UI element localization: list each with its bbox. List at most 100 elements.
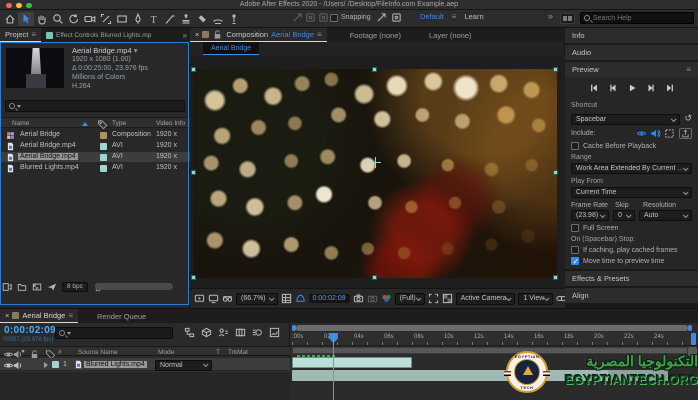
transparency-icon[interactable] <box>442 293 453 304</box>
stepback-icon[interactable] <box>608 83 618 93</box>
timeline-column-headers[interactable]: ● # Source Name Mode T TrkMat <box>0 346 290 356</box>
share-icon[interactable] <box>679 128 692 139</box>
move-time-checkbox[interactable] <box>571 257 579 265</box>
maskvis-icon[interactable] <box>295 293 306 304</box>
panel-preview[interactable]: Preview ≡ <box>565 62 698 77</box>
selection-handle[interactable] <box>191 275 196 280</box>
tab-timeline-comp[interactable]: × Aerial Bridge ≡ <box>0 309 78 323</box>
selection-handle[interactable] <box>191 67 196 72</box>
horizontal-scrollbar[interactable] <box>95 283 173 290</box>
panel-info[interactable]: Info <box>565 28 698 43</box>
snapshot-icon[interactable] <box>353 293 364 304</box>
solo-column-icon[interactable]: ● <box>21 348 25 355</box>
selection-handle[interactable] <box>553 67 558 72</box>
resolution-preview-dropdown[interactable]: Auto <box>639 210 692 221</box>
tostart-icon[interactable] <box>589 83 599 93</box>
time-navigator[interactable] <box>292 325 692 331</box>
navigator-end-handle[interactable] <box>688 325 692 331</box>
folder-icon[interactable] <box>17 282 27 292</box>
footage-name[interactable]: Aerial Bridge.mp4 <box>72 46 132 55</box>
transport-controls[interactable] <box>571 79 692 98</box>
column-trkmat[interactable]: TrkMat <box>228 349 248 356</box>
composition-mini-tab[interactable]: Aerial Bridge <box>203 42 259 55</box>
label-chip[interactable] <box>100 154 107 161</box>
workspace-tab-learn[interactable]: Learn <box>464 12 483 21</box>
channels-icon[interactable] <box>381 293 392 304</box>
expand-arrow-icon[interactable] <box>44 362 48 368</box>
panel-menu-icon[interactable]: ≡ <box>68 311 73 320</box>
column-mode[interactable]: Mode <box>158 349 174 356</box>
tab-project[interactable]: Project ≡ <box>0 28 41 42</box>
selection-handle[interactable] <box>553 275 558 280</box>
label-chip[interactable] <box>100 165 107 172</box>
panel-effects-presets[interactable]: Effects & Presets <box>565 271 698 286</box>
selection-handle[interactable] <box>372 67 377 72</box>
range-dropdown[interactable]: Work Area Extended By Current … <box>571 163 692 174</box>
panel-menu-icon[interactable]: ≡ <box>31 30 36 39</box>
flowchart-icon[interactable] <box>184 327 195 338</box>
toolbar-overflow-icon[interactable]: » <box>548 11 553 21</box>
layer-name[interactable]: Blurred Lights.mp4 <box>84 361 147 368</box>
label-chip[interactable] <box>100 143 107 150</box>
playhead-line[interactable] <box>333 333 334 400</box>
selection-handle[interactable] <box>553 170 558 175</box>
project-row-footage[interactable]: Blurred Lights.mp4 AVI 1920 x <box>0 163 190 173</box>
column-number[interactable]: # <box>58 349 62 356</box>
column-type[interactable]: Type <box>112 120 126 127</box>
motionblur-icon[interactable] <box>252 327 263 338</box>
search-options-icon[interactable] <box>67 332 71 335</box>
workspace-menu-icon[interactable]: ≡ <box>452 12 457 21</box>
resolution-dropdown[interactable]: (Full) <box>395 293 425 305</box>
ruler-end-chip[interactable] <box>691 333 696 345</box>
bit-depth-button[interactable]: 8 bpc <box>62 282 88 292</box>
reset-icon[interactable]: ↺ <box>684 113 692 124</box>
magnification-dropdown[interactable]: (66.7%) <box>236 293 278 305</box>
panel-menu-icon[interactable]: ≡ <box>686 65 691 74</box>
layer-bar-2[interactable] <box>292 370 668 381</box>
play-from-dropdown[interactable]: Current Time <box>571 187 692 198</box>
interpret-icon[interactable] <box>2 282 12 292</box>
gridsel-icon[interactable] <box>281 293 292 304</box>
play-icon[interactable] <box>627 83 637 93</box>
monitor-icon[interactable] <box>208 293 219 304</box>
cache-before-playback-checkbox[interactable] <box>571 142 579 150</box>
view-layout-dropdown[interactable]: 1 View <box>518 293 553 305</box>
snap2-icon[interactable] <box>391 12 402 23</box>
composition-image[interactable] <box>193 69 557 278</box>
column-video-info[interactable]: Video Info <box>156 120 185 127</box>
speaker-icon[interactable] <box>12 360 23 371</box>
plane-icon[interactable] <box>47 282 57 292</box>
search-help-box[interactable] <box>580 12 694 24</box>
tab-composition[interactable]: × Composition Aerial Bridge ≡ <box>190 28 327 42</box>
time-ruler[interactable]: :00s 02s 04s 06s 08s 10s 12s 14s 16s 18s… <box>290 332 698 346</box>
layer-bar-1[interactable] <box>292 357 412 368</box>
column-t[interactable]: T <box>216 349 220 356</box>
eyeblue-icon[interactable] <box>636 128 647 139</box>
snapping-checkbox[interactable] <box>330 14 338 22</box>
alwayspreview-icon[interactable] <box>194 293 205 304</box>
draft3d-icon[interactable] <box>201 327 212 338</box>
disclosure-icon[interactable]: ▾ <box>134 46 138 55</box>
camera-dropdown[interactable]: Active Camera <box>456 293 516 305</box>
layer-label-chip[interactable] <box>52 361 59 368</box>
stepfwd-icon[interactable] <box>646 83 656 93</box>
close-icon[interactable]: × <box>195 30 199 39</box>
project-search-box[interactable] <box>5 100 185 112</box>
anchor-point[interactable] <box>370 157 381 168</box>
skip-dropdown[interactable]: 0 <box>613 210 635 221</box>
workspace-tab-default[interactable]: Default <box>420 12 444 21</box>
full-screen-checkbox[interactable] <box>571 224 579 232</box>
close-icon[interactable]: × <box>5 311 9 320</box>
project-column-headers[interactable]: Name Type Video Info <box>0 117 190 128</box>
search-options-icon[interactable] <box>17 105 21 108</box>
comp-marker-bin-icon[interactable] <box>688 347 697 356</box>
navigator-pill[interactable] <box>296 325 688 331</box>
label-chip[interactable] <box>100 132 107 139</box>
shy-icon[interactable] <box>218 327 229 338</box>
timeline-toolbar-icons[interactable] <box>184 327 280 338</box>
project-row-composition[interactable]: Aerial Bridge Composition 1920 x <box>0 130 190 140</box>
frame-rate-dropdown[interactable]: (23.98) <box>571 210 609 221</box>
project-row-footage-selected[interactable]: Aerial Bridge.mp4 AVI 1920 x <box>0 152 190 162</box>
if-caching-checkbox[interactable] <box>571 246 579 254</box>
grapheditor-icon[interactable] <box>269 327 280 338</box>
